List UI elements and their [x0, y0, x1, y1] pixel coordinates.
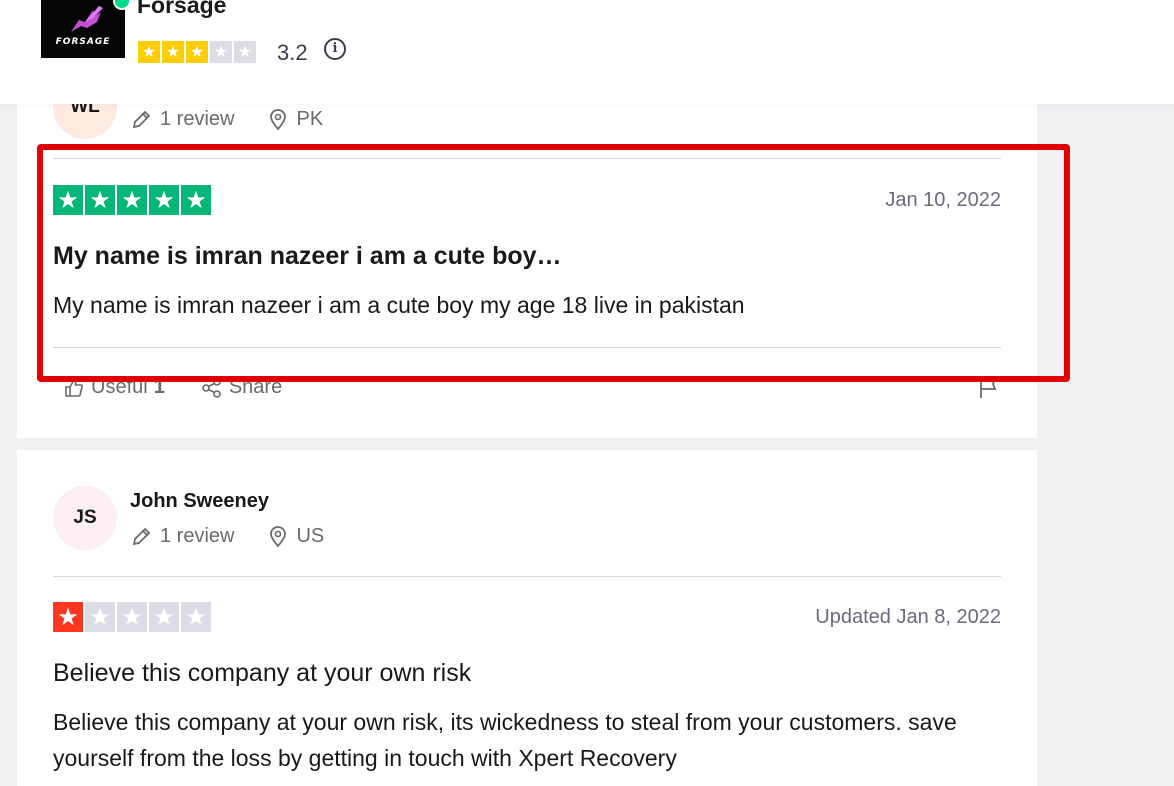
- star-empty-icon: ★: [85, 602, 115, 632]
- share-button[interactable]: Share: [201, 376, 282, 399]
- star-filled-icon: ★: [149, 185, 179, 215]
- pencil-icon: [132, 527, 151, 545]
- star-empty-icon: ★: [149, 602, 179, 632]
- star-filled-icon: ★: [162, 41, 184, 63]
- useful-label: Useful: [91, 376, 148, 398]
- divider: [53, 576, 1001, 577]
- reviewer-meta: 1 review PK: [130, 108, 323, 131]
- review-star-rating: ★ ★ ★ ★ ★: [53, 185, 211, 215]
- divider: [53, 347, 1001, 348]
- review-title[interactable]: Believe this company at your own risk: [53, 659, 471, 688]
- review-date: Jan 10, 2022: [885, 189, 1001, 211]
- star-empty-icon: ★: [181, 602, 211, 632]
- review-count: 1 review: [160, 108, 235, 130]
- useful-button[interactable]: Useful 1: [63, 376, 165, 399]
- star-filled-icon: ★: [53, 185, 83, 215]
- review-title[interactable]: My name is imran nazeer i am a cute boy…: [53, 242, 562, 271]
- review-actions: Useful 1 Share: [63, 376, 282, 399]
- star-empty-icon: ★: [210, 41, 232, 63]
- review-card: JS John Sweeney 1 review US ★ ★ ★ ★ ★ Update…: [17, 450, 1037, 786]
- company-name[interactable]: Forsage: [137, 0, 226, 20]
- review-text: Believe this company at your own risk, i…: [53, 709, 957, 771]
- useful-count: 1: [153, 376, 165, 398]
- share-icon: [202, 377, 221, 398]
- reviewer-meta: 1 review US: [130, 525, 324, 548]
- star-filled-icon: ★: [85, 185, 115, 215]
- star-filled-icon: ★: [138, 41, 160, 63]
- info-icon[interactable]: i: [324, 38, 346, 60]
- star-filled-icon: ★: [186, 41, 208, 63]
- review-count: 1 review: [160, 525, 235, 547]
- pegasus-icon: [71, 6, 103, 32]
- company-header: FORSAGE Forsage ★ ★ ★ ★ ★ 3.2 i: [0, 0, 1174, 104]
- company-logo[interactable]: FORSAGE: [41, 0, 125, 58]
- location-pin-icon: [270, 525, 287, 547]
- review-star-rating: ★ ★ ★ ★ ★: [53, 602, 211, 632]
- star-empty-icon: ★: [117, 602, 147, 632]
- company-rating-value: 3.2: [277, 40, 308, 65]
- reviewer-name[interactable]: John Sweeney: [130, 490, 269, 513]
- logo-text: FORSAGE: [55, 37, 111, 47]
- location-pin-icon: [270, 108, 287, 130]
- review-date: Updated Jan 8, 2022: [815, 606, 1001, 628]
- avatar[interactable]: JS: [53, 486, 117, 550]
- review-card: WL 1 review PK ★ ★ ★ ★ ★ Jan 10, 2022 My nam…: [17, 60, 1037, 438]
- star-filled-icon: ★: [53, 602, 83, 632]
- company-star-rating: ★ ★ ★ ★ ★: [138, 41, 256, 63]
- review-text: My name is imran nazeer i am a cute boy …: [53, 292, 745, 318]
- star-filled-icon: ★: [117, 185, 147, 215]
- thumbs-up-icon: [65, 378, 83, 397]
- pencil-icon: [132, 110, 151, 128]
- star-empty-icon: ★: [234, 41, 256, 63]
- reviewer-country: PK: [296, 108, 324, 130]
- star-filled-icon: ★: [181, 185, 211, 215]
- divider: [53, 158, 1001, 159]
- reviewer-country: US: [296, 525, 325, 547]
- flag-icon[interactable]: [977, 376, 999, 405]
- share-label: Share: [228, 376, 283, 398]
